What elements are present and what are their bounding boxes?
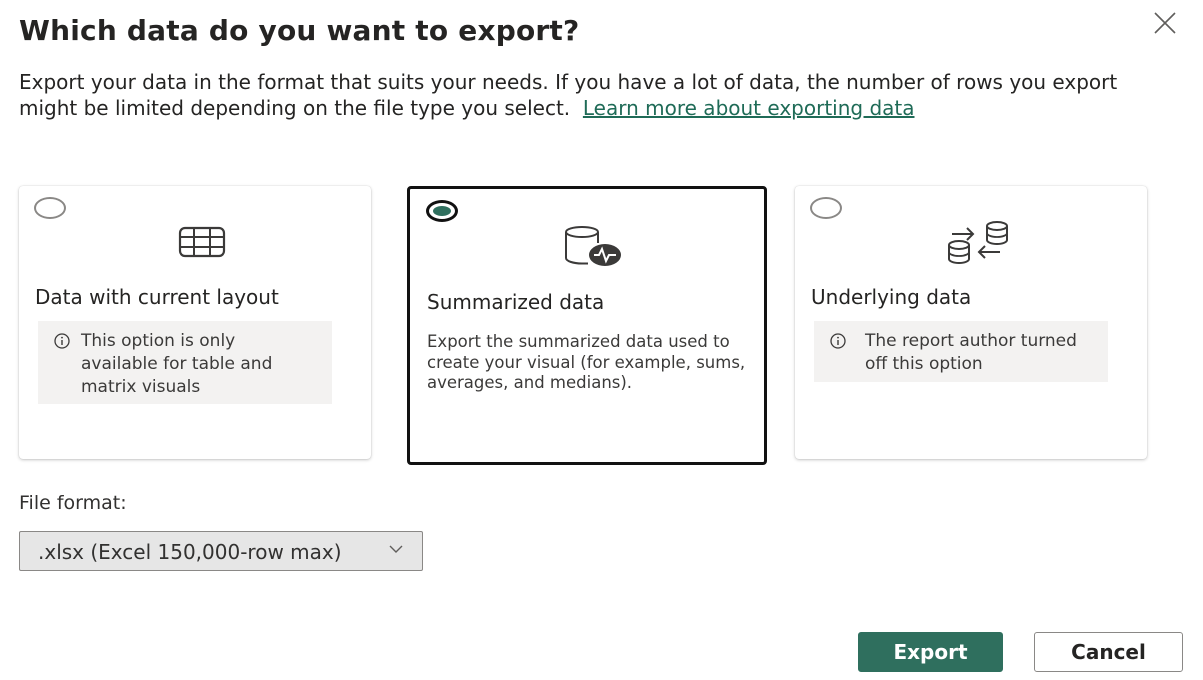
export-button[interactable]: Export: [858, 632, 1003, 672]
option-card-underlying[interactable]: Underlying data The report author turned…: [795, 186, 1147, 459]
option-title-summarized: Summarized data: [427, 290, 605, 314]
info-text-current-layout: This option is only available for table …: [81, 331, 273, 397]
option-desc-summarized: Export the summarized data used to creat…: [427, 332, 746, 392]
option-title-underlying: Underlying data: [811, 285, 972, 309]
close-icon: [1154, 12, 1176, 34]
info-icon: [54, 333, 70, 349]
file-format-value: .xlsx (Excel 150,000-row max): [38, 540, 342, 564]
learn-more-link[interactable]: Learn more about exporting data: [583, 96, 915, 120]
radio-current-layout[interactable]: [34, 197, 66, 219]
dialog-title: Which data do you want to export?: [19, 14, 580, 47]
radio-underlying[interactable]: [810, 197, 842, 219]
option-card-summarized[interactable]: Summarized data Export the summarized da…: [407, 186, 767, 465]
info-icon: [830, 333, 846, 349]
option-card-current-layout[interactable]: Data with current layout This option is …: [19, 186, 371, 459]
info-box-current-layout: This option is only available for table …: [38, 321, 332, 404]
dialog-description: Export your data in the format that suit…: [19, 70, 1159, 121]
file-format-dropdown[interactable]: .xlsx (Excel 150,000-row max): [19, 531, 423, 571]
cancel-button[interactable]: Cancel: [1034, 632, 1183, 672]
description-text: Export your data in the format that suit…: [19, 70, 1118, 120]
table-grid-icon: [178, 226, 226, 258]
radio-summarized[interactable]: [426, 200, 458, 222]
option-title-current-layout: Data with current layout: [35, 285, 279, 309]
info-box-underlying: The report author turned off this option: [814, 321, 1108, 382]
file-format-label: File format:: [19, 492, 127, 514]
info-text-underlying: The report author turned off this option: [865, 331, 1077, 374]
close-button[interactable]: [1152, 10, 1178, 36]
chevron-down-icon: [389, 545, 403, 553]
data-transfer-icon: [948, 221, 1008, 264]
database-pulse-icon: [565, 226, 621, 266]
